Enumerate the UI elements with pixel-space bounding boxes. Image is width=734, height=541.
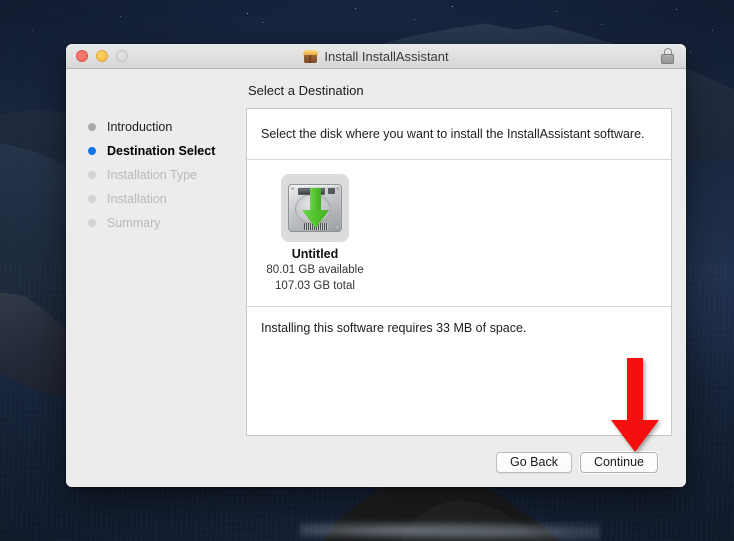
disk-available-label: 80.01 GB available <box>266 264 364 277</box>
installer-content: Select a Destination Select the disk whe… <box>246 69 686 487</box>
disk-list: Untitled 80.01 GB available 107.03 GB to… <box>247 160 671 308</box>
sidebar-item-label: Installation Type <box>107 168 198 182</box>
window-title: Install InstallAssistant <box>324 48 449 64</box>
step-dot-icon <box>88 123 96 131</box>
sidebar-item-summary: Summary <box>66 211 246 235</box>
page-title: Select a Destination <box>248 83 364 98</box>
disk-name-label: Untitled <box>291 247 339 262</box>
continue-button[interactable]: Continue <box>579 451 658 473</box>
sidebar-item-label: Destination Select <box>107 144 216 158</box>
desktop: Install InstallAssistant Introduction De… <box>0 0 734 541</box>
installer-window: Install InstallAssistant Introduction De… <box>66 44 686 487</box>
step-dot-icon <box>88 147 96 155</box>
sidebar-item-destination-select: Destination Select <box>66 139 246 163</box>
minimize-button[interactable] <box>96 50 108 62</box>
installer-button-bar: Go Back Continue <box>246 436 672 487</box>
lock-icon <box>661 48 674 64</box>
space-requirement-text: Installing this software requires 33 MB … <box>261 321 527 336</box>
step-dot-icon <box>88 171 96 179</box>
sidebar-item-installation: Installation <box>66 187 246 211</box>
sidebar-item-introduction: Introduction <box>66 115 246 139</box>
window-body: Introduction Destination Select Installa… <box>66 69 686 487</box>
window-titlebar[interactable]: Install InstallAssistant <box>66 44 686 69</box>
download-arrow-icon <box>300 188 330 229</box>
close-button[interactable] <box>76 50 88 62</box>
disk-option-untitled[interactable]: Untitled 80.01 GB available 107.03 GB to… <box>255 174 375 294</box>
sidebar-item-label: Introduction <box>107 120 173 134</box>
step-dot-icon <box>88 219 96 227</box>
instruction-text: Select the disk where you want to instal… <box>247 109 671 161</box>
zoom-button <box>116 50 128 62</box>
sidebar-item-label: Summary <box>107 216 161 230</box>
sidebar-item-installation-type: Installation Type <box>66 163 246 187</box>
sidebar-item-label: Installation <box>107 192 167 206</box>
destination-panel: Select the disk where you want to instal… <box>246 108 672 436</box>
step-dot-icon <box>88 195 96 203</box>
go-back-button[interactable]: Go Back <box>496 451 572 473</box>
hard-drive-icon <box>288 184 342 233</box>
disk-total-label: 107.03 GB total <box>275 279 355 292</box>
installer-package-icon <box>303 49 319 63</box>
traffic-lights <box>76 50 128 62</box>
installer-steps-sidebar: Introduction Destination Select Installa… <box>66 69 246 487</box>
disk-selection-highlight <box>281 174 349 243</box>
window-title-group: Install InstallAssistant <box>66 49 686 64</box>
